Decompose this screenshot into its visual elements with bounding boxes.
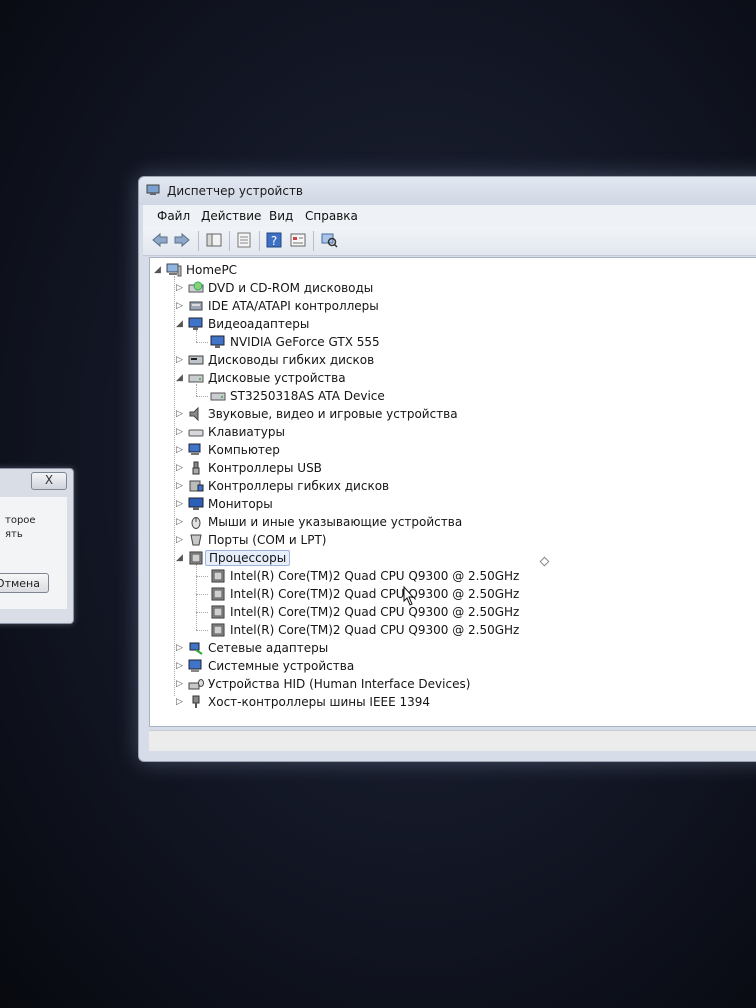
tree-item-label: Дисководы гибких дисков (208, 353, 375, 367)
collapse-arrow-icon[interactable]: ◢ (154, 264, 164, 276)
tree-item-label: Порты (COM и LPT) (208, 533, 327, 547)
back-arrow-icon[interactable] (151, 232, 169, 248)
device-manager-window: Диспетчер устройств Файл Действие Вид Сп… (138, 176, 756, 762)
tree-item-label: Клавиатуры (208, 425, 285, 439)
tree-item-label: Контроллеры гибких дисков (208, 479, 390, 493)
speaker-icon (189, 407, 199, 421)
tree-item-label: Мыши и иные указывающие устройства (208, 515, 463, 529)
expand-arrow-icon[interactable]: ▷ (176, 300, 186, 312)
tree-item-label: Сетевые адаптеры (208, 641, 329, 655)
scan-hardware-icon[interactable] (320, 232, 338, 248)
processor-icon (211, 605, 225, 619)
tree-item-label: Хост-контроллеры шины IEEE 1394 (208, 695, 431, 709)
device-manager-icon (146, 184, 160, 195)
tree-item-label: ST3250318AS ATA Device (230, 389, 385, 403)
expand-arrow-icon[interactable]: ▷ (176, 498, 186, 510)
tree-item-label: IDE ATA/ATAPI контроллеры (208, 299, 379, 313)
processor-icon (211, 569, 225, 583)
tree-item-label: Системные устройства (208, 659, 355, 673)
network-adapter-icon (189, 642, 203, 655)
tree-item-label: Процессоры (205, 550, 291, 566)
floppy-drive-icon (188, 355, 204, 365)
expand-arrow-icon[interactable]: ▷ (176, 354, 186, 366)
expand-arrow-icon[interactable]: ▷ (176, 426, 186, 438)
tree-item-label: Звуковые, видео и игровые устройства (208, 407, 458, 421)
close-button[interactable]: X (31, 472, 67, 490)
menu-file[interactable]: Файл (157, 209, 190, 223)
computer-icon (188, 443, 201, 455)
tree-item-label: Intel(R) Core(TM)2 Quad CPU Q9300 @ 2.50… (230, 587, 520, 601)
keyboard-icon (188, 429, 204, 437)
title-bar[interactable]: Диспетчер устройств (139, 177, 756, 205)
collapse-arrow-icon[interactable]: ◢ (176, 552, 186, 564)
expand-arrow-icon[interactable]: ▷ (176, 660, 186, 672)
computer-icon (166, 263, 182, 277)
tree-item-label: Контроллеры USB (208, 461, 322, 475)
monitor-icon (188, 497, 204, 510)
mouse-icon (191, 517, 201, 529)
disk-drive-icon (210, 392, 226, 401)
menu-bar: Файл Действие Вид Справка (143, 205, 756, 227)
toolbar: ? (143, 227, 756, 256)
show-hide-tree-icon[interactable] (205, 232, 223, 248)
collapse-arrow-icon[interactable]: ◢ (176, 372, 186, 384)
port-icon (190, 534, 202, 546)
tree-item-label: Intel(R) Core(TM)2 Quad CPU Q9300 @ 2.50… (230, 623, 520, 637)
expand-arrow-icon[interactable]: ▷ (176, 444, 186, 456)
system-device-icon (188, 659, 202, 672)
dialog-text-line2: ять (5, 529, 23, 540)
display-adapter-icon (210, 335, 225, 348)
floppy-controller-icon (189, 480, 204, 492)
help-icon[interactable]: ? (265, 232, 283, 248)
processor-icon (189, 551, 203, 565)
mouse-cursor-icon (403, 586, 415, 606)
tree-item-label: DVD и CD-ROM дисководы (208, 281, 374, 295)
ide-controller-icon (189, 301, 203, 311)
svg-text:?: ? (271, 234, 277, 248)
menu-view[interactable]: Вид (269, 209, 293, 223)
tree-item-label: Дисковые устройства (208, 371, 346, 385)
expand-arrow-icon[interactable]: ▷ (176, 642, 186, 654)
expand-arrow-icon[interactable]: ▷ (176, 678, 186, 690)
expand-arrow-icon[interactable]: ▷ (176, 516, 186, 528)
tree-root-label: HomePC (186, 263, 238, 277)
display-adapter-icon (188, 317, 203, 330)
dialog-text-line1: торое (5, 515, 36, 526)
collapse-arrow-icon[interactable]: ◢ (176, 318, 186, 330)
expand-arrow-icon[interactable]: ▷ (176, 408, 186, 420)
expand-arrow-icon[interactable]: ▷ (176, 696, 186, 708)
ieee1394-icon (192, 695, 200, 708)
properties-icon[interactable] (235, 232, 253, 248)
status-bar (149, 730, 756, 751)
tree-item-label: NVIDIA GeForce GTX 555 (230, 335, 380, 349)
background-dialog: X торое ять Отмена (0, 468, 74, 624)
expand-arrow-icon[interactable]: ▷ (176, 282, 186, 294)
forward-arrow-icon[interactable] (173, 232, 191, 248)
expand-arrow-icon[interactable]: ▷ (176, 462, 186, 474)
expand-arrow-icon[interactable]: ▷ (176, 534, 186, 546)
tree-item-label: Видеоадаптеры (208, 317, 310, 331)
processor-icon (211, 623, 225, 637)
dvd-drive-icon (188, 281, 204, 293)
window-title: Диспетчер устройств (167, 184, 304, 198)
tree-item-label: Intel(R) Core(TM)2 Quad CPU Q9300 @ 2.50… (230, 569, 520, 583)
tree-item-label: Intel(R) Core(TM)2 Quad CPU Q9300 @ 2.50… (230, 605, 520, 619)
hid-icon (188, 679, 204, 690)
tree-item-label: Устройства HID (Human Interface Devices) (208, 677, 471, 691)
processor-icon (211, 587, 225, 601)
menu-help[interactable]: Справка (305, 209, 358, 223)
menu-action[interactable]: Действие (201, 209, 261, 223)
cancel-button[interactable]: Отмена (0, 573, 49, 593)
view-icon[interactable] (289, 232, 307, 248)
tree-item-label: Компьютер (208, 443, 280, 457)
disk-drive-icon (188, 374, 204, 383)
device-tree[interactable]: ◢ HomePC ▷ DVD и CD-ROM дисководы ▷ IDE … (149, 257, 756, 727)
usb-icon (192, 461, 200, 475)
expand-arrow-icon[interactable]: ▷ (176, 480, 186, 492)
tree-item-label: Мониторы (208, 497, 273, 511)
